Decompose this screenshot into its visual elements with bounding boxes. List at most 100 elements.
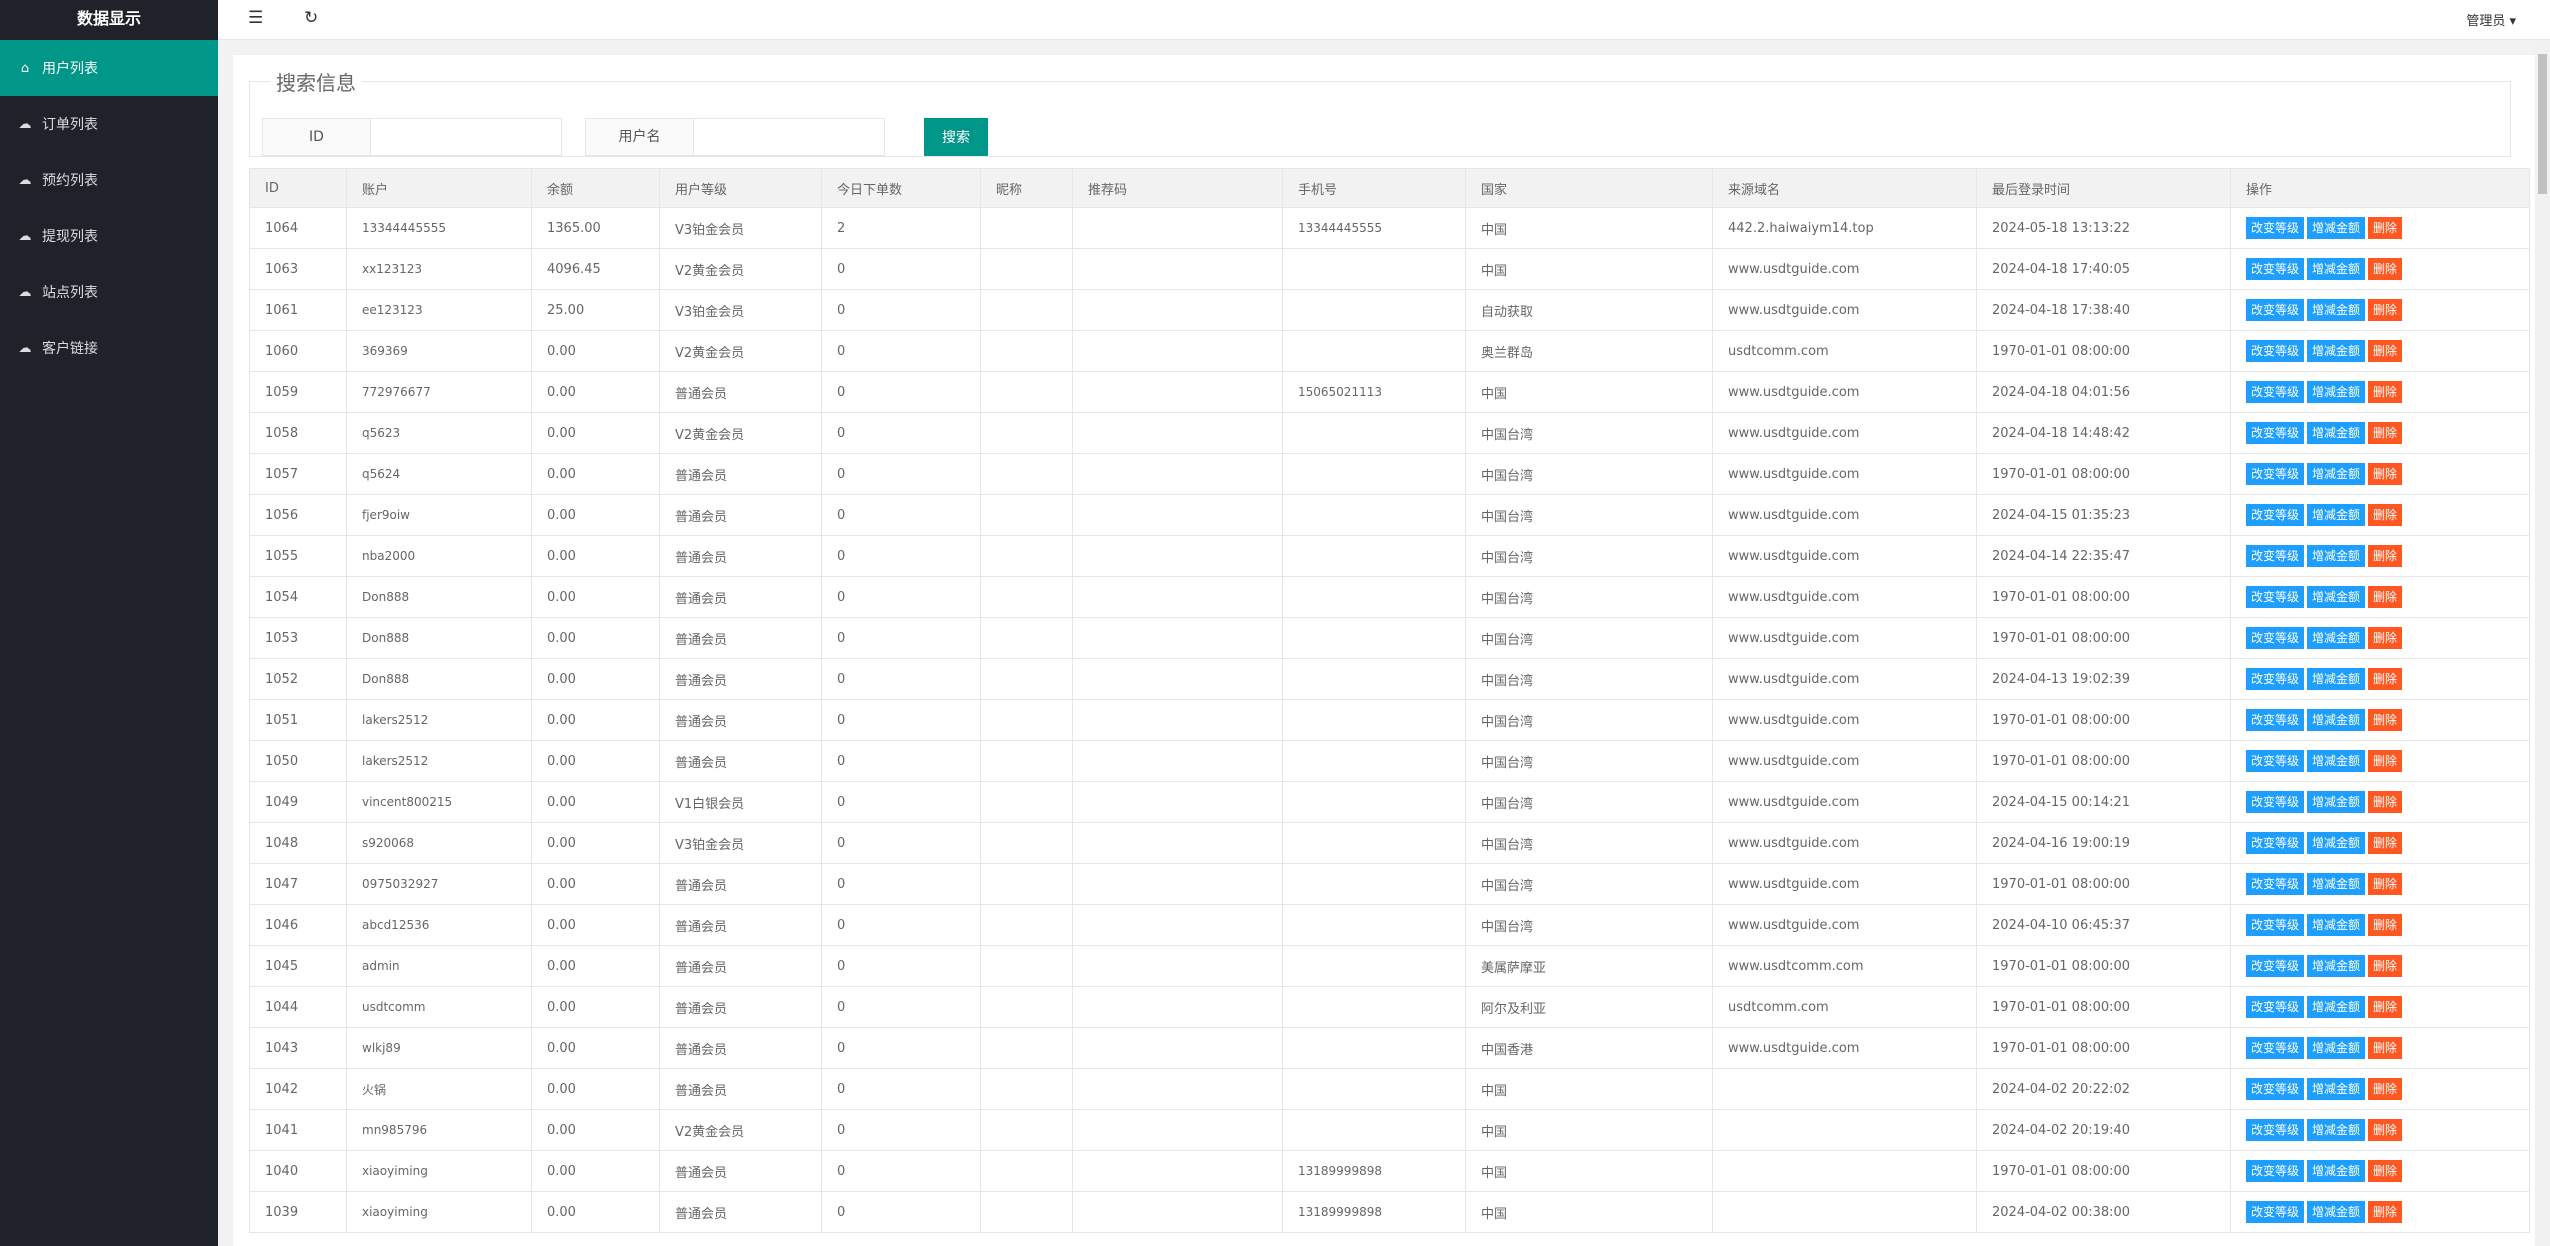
adjust-balance-button[interactable]: 增减金额 <box>2307 463 2366 485</box>
change-level-button[interactable]: 改变等级 <box>2246 381 2305 403</box>
adjust-balance-button[interactable]: 增减金额 <box>2307 299 2366 321</box>
admin-menu[interactable]: 管理员 ▾ <box>2466 10 2516 29</box>
change-level-button[interactable]: 改变等级 <box>2246 463 2305 485</box>
cell-id: 1040 <box>249 1150 347 1192</box>
cell-orders-today: 0 <box>821 576 981 618</box>
change-level-button[interactable]: 改变等级 <box>2246 1201 2305 1223</box>
cell-actions: 改变等级 增减金额 删除 <box>2230 330 2530 372</box>
change-level-button[interactable]: 改变等级 <box>2246 299 2305 321</box>
menu-collapse-icon[interactable]: ☰ <box>248 8 263 28</box>
change-level-button[interactable]: 改变等级 <box>2246 586 2305 608</box>
delete-button[interactable]: 删除 <box>2368 832 2403 854</box>
delete-button[interactable]: 删除 <box>2368 1037 2403 1059</box>
sidebar-item-4[interactable]: ☁ 站点列表 <box>0 264 218 320</box>
adjust-balance-button[interactable]: 增减金额 <box>2307 258 2366 280</box>
change-level-button[interactable]: 改变等级 <box>2246 791 2305 813</box>
adjust-balance-button[interactable]: 增减金额 <box>2307 873 2366 895</box>
adjust-balance-button[interactable]: 增减金额 <box>2307 1160 2366 1182</box>
adjust-balance-button[interactable]: 增减金额 <box>2307 381 2366 403</box>
cell-last-login: 2024-04-18 17:38:40 <box>1976 289 2231 331</box>
refresh-icon[interactable]: ↻ <box>304 8 318 28</box>
adjust-balance-button[interactable]: 增减金额 <box>2307 668 2366 690</box>
page-scrollbar[interactable] <box>2535 40 2550 1246</box>
change-level-button[interactable]: 改变等级 <box>2246 955 2305 977</box>
delete-button[interactable]: 删除 <box>2368 668 2403 690</box>
adjust-balance-button[interactable]: 增减金额 <box>2307 1037 2366 1059</box>
adjust-balance-button[interactable]: 增减金额 <box>2307 217 2366 239</box>
delete-button[interactable]: 删除 <box>2368 955 2403 977</box>
delete-button[interactable]: 删除 <box>2368 258 2403 280</box>
cell-balance: 0.00 <box>531 822 660 864</box>
change-level-button[interactable]: 改变等级 <box>2246 1037 2305 1059</box>
delete-button[interactable]: 删除 <box>2368 463 2403 485</box>
cell-source-domain: www.usdtguide.com <box>1712 658 1977 700</box>
sidebar-item-0[interactable]: ⌂ 用户列表 <box>0 40 218 96</box>
adjust-balance-button[interactable]: 增减金额 <box>2307 1201 2366 1223</box>
sidebar-item-3[interactable]: ☁ 提现列表 <box>0 208 218 264</box>
change-level-button[interactable]: 改变等级 <box>2246 750 2305 772</box>
adjust-balance-button[interactable]: 增减金额 <box>2307 709 2366 731</box>
adjust-balance-button[interactable]: 增减金额 <box>2307 340 2366 362</box>
sidebar-item-5[interactable]: ☁ 客户链接 <box>0 320 218 376</box>
delete-button[interactable]: 删除 <box>2368 1078 2403 1100</box>
delete-button[interactable]: 删除 <box>2368 1201 2403 1223</box>
scrollbar-thumb[interactable] <box>2538 54 2547 194</box>
delete-button[interactable]: 删除 <box>2368 996 2403 1018</box>
change-level-button[interactable]: 改变等级 <box>2246 1078 2305 1100</box>
change-level-button[interactable]: 改变等级 <box>2246 832 2305 854</box>
delete-button[interactable]: 删除 <box>2368 299 2403 321</box>
delete-button[interactable]: 删除 <box>2368 422 2403 444</box>
delete-button[interactable]: 删除 <box>2368 709 2403 731</box>
adjust-balance-button[interactable]: 增减金额 <box>2307 955 2366 977</box>
delete-button[interactable]: 删除 <box>2368 340 2403 362</box>
username-input[interactable] <box>694 119 884 155</box>
adjust-balance-button[interactable]: 增减金额 <box>2307 750 2366 772</box>
id-input[interactable] <box>371 119 561 155</box>
adjust-balance-button[interactable]: 增减金额 <box>2307 504 2366 526</box>
cell-nickname <box>980 1150 1073 1192</box>
change-level-button[interactable]: 改变等级 <box>2246 258 2305 280</box>
change-level-button[interactable]: 改变等级 <box>2246 217 2305 239</box>
delete-button[interactable]: 删除 <box>2368 627 2403 649</box>
cell-source-domain: www.usdtcomm.com <box>1712 945 1977 987</box>
change-level-button[interactable]: 改变等级 <box>2246 996 2305 1018</box>
delete-button[interactable]: 删除 <box>2368 1160 2403 1182</box>
change-level-button[interactable]: 改变等级 <box>2246 709 2305 731</box>
search-button[interactable]: 搜索 <box>924 118 988 156</box>
change-level-button[interactable]: 改变等级 <box>2246 1119 2305 1141</box>
sidebar-item-2[interactable]: ☁ 预约列表 <box>0 152 218 208</box>
change-level-button[interactable]: 改变等级 <box>2246 873 2305 895</box>
change-level-button[interactable]: 改变等级 <box>2246 422 2305 444</box>
adjust-balance-button[interactable]: 增减金额 <box>2307 791 2366 813</box>
delete-button[interactable]: 删除 <box>2368 1119 2403 1141</box>
adjust-balance-button[interactable]: 增减金额 <box>2307 627 2366 649</box>
delete-button[interactable]: 删除 <box>2368 873 2403 895</box>
adjust-balance-button[interactable]: 增减金额 <box>2307 1078 2366 1100</box>
cell-referral-code <box>1072 207 1283 249</box>
adjust-balance-button[interactable]: 增减金额 <box>2307 545 2366 567</box>
delete-button[interactable]: 删除 <box>2368 791 2403 813</box>
delete-button[interactable]: 删除 <box>2368 914 2403 936</box>
cell-nickname <box>980 781 1073 823</box>
change-level-button[interactable]: 改变等级 <box>2246 627 2305 649</box>
change-level-button[interactable]: 改变等级 <box>2246 668 2305 690</box>
change-level-button[interactable]: 改变等级 <box>2246 914 2305 936</box>
change-level-button[interactable]: 改变等级 <box>2246 504 2305 526</box>
adjust-balance-button[interactable]: 增减金额 <box>2307 996 2366 1018</box>
delete-button[interactable]: 删除 <box>2368 217 2403 239</box>
adjust-balance-button[interactable]: 增减金额 <box>2307 422 2366 444</box>
delete-button[interactable]: 删除 <box>2368 504 2403 526</box>
delete-button[interactable]: 删除 <box>2368 545 2403 567</box>
delete-button[interactable]: 删除 <box>2368 381 2403 403</box>
delete-button[interactable]: 删除 <box>2368 750 2403 772</box>
change-level-button[interactable]: 改变等级 <box>2246 545 2305 567</box>
delete-button[interactable]: 删除 <box>2368 586 2403 608</box>
adjust-balance-button[interactable]: 增减金额 <box>2307 1119 2366 1141</box>
change-level-button[interactable]: 改变等级 <box>2246 340 2305 362</box>
adjust-balance-button[interactable]: 增减金额 <box>2307 914 2366 936</box>
sidebar-item-1[interactable]: ☁ 订单列表 <box>0 96 218 152</box>
adjust-balance-button[interactable]: 增减金额 <box>2307 832 2366 854</box>
cell-phone: 15065021113 <box>1282 371 1466 413</box>
adjust-balance-button[interactable]: 增减金额 <box>2307 586 2366 608</box>
change-level-button[interactable]: 改变等级 <box>2246 1160 2305 1182</box>
